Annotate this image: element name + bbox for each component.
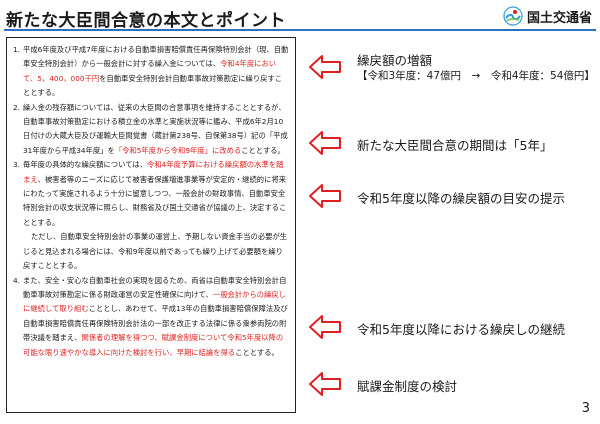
left-arrow-icon	[309, 372, 341, 396]
mlit-logo-icon	[503, 6, 523, 26]
left-arrow-icon	[309, 184, 341, 208]
note-refund-guideline: 令和5年度以降の繰戻額の目安の提示	[357, 191, 565, 206]
agreement-item-2: 2. 繰入金の残存額については、従来の大臣間の合意事項を維持することとするが、自…	[13, 101, 289, 159]
note-agreement-period: 新たな大臣間合意の期間は「5年」	[357, 138, 553, 153]
note-refund-increase: 繰戻額の増額	[357, 53, 433, 68]
item-text: 、被害者等のニーズに応じて被害者保護増進事業等が安定的・継続的に将来にわたって実…	[23, 174, 287, 227]
agreement-item-3: 3. 毎年度の具体的な繰戻額については、令和4年度予算における繰戻額の水準を踏ま…	[13, 158, 289, 230]
left-arrow-icon	[309, 55, 341, 79]
agreement-text-box: 1. 平成6年度及び平成7年度における自動車損害賠償責任再保険特別会計（現、自動…	[6, 37, 296, 413]
item-number: 4.	[13, 275, 21, 285]
agreement-item-1: 1. 平成6年度及び平成7年度における自動車損害賠償責任再保険特別会計（現、自動…	[13, 43, 289, 101]
item-text: こととする。	[235, 347, 279, 357]
org-logo: 国土交通省	[503, 6, 592, 26]
header: 新たな大臣間合意の本文とポイント 国土交通省	[0, 0, 600, 31]
item-number: 1.	[13, 45, 21, 54]
page-number: 3	[581, 401, 590, 416]
item-text-highlight: 「令和5年度から令和9年度」に改める	[114, 145, 242, 155]
left-arrow-icon	[309, 315, 341, 339]
note-refund-increase-detail: 【令和3年度：47億円 → 令和4年度：54億円】	[357, 70, 595, 82]
page-title: 新たな大臣間合意の本文とポイント	[6, 11, 286, 31]
agreement-item-4: 4. また、安全・安心な自動車社会の実現を図るため、両省は自動車安全特別会計自動…	[13, 274, 289, 360]
item-number: 2.	[13, 102, 21, 112]
item-text: 毎年度の具体的な繰戻額については、	[23, 160, 148, 170]
org-name: 国土交通省	[526, 10, 592, 26]
agreement-item-3-proviso: ただし、自動車安全特別会計の事業の運営上、予期しない資金手当の必要が生じると見込…	[23, 232, 288, 271]
item-number: 3.	[13, 160, 21, 170]
title-underline	[4, 29, 596, 31]
item-text: こととする。	[241, 145, 285, 155]
note-refund-continuation: 令和5年度以降における繰戻しの継続	[357, 322, 565, 337]
note-levy-system: 賦課金制度の検討	[357, 379, 458, 394]
left-arrow-icon	[309, 131, 341, 155]
